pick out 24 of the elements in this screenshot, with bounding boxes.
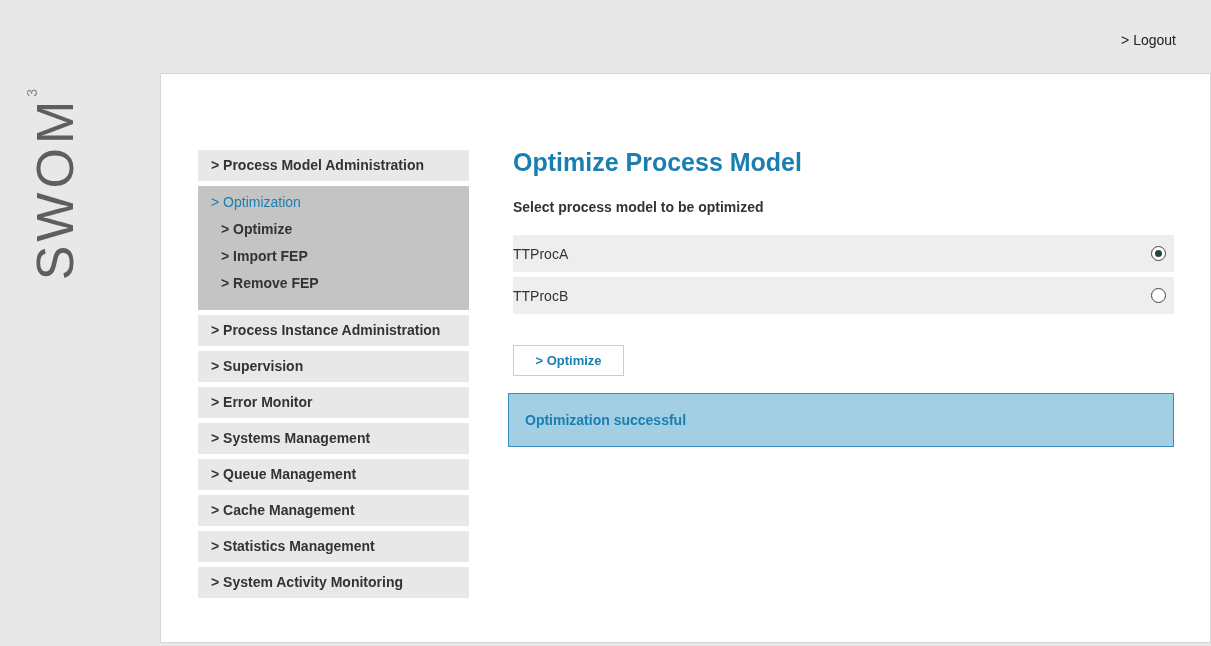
menu-item[interactable]: > Statistics Management [198, 531, 469, 562]
menu-item[interactable]: > System Activity Monitoring [198, 567, 469, 598]
menu-item[interactable]: > Queue Management [198, 459, 469, 490]
menu-item[interactable]: > Process Instance Administration [198, 315, 469, 346]
logout-link[interactable]: > Logout [1121, 32, 1176, 48]
model-row[interactable]: TTProcA [513, 235, 1174, 272]
model-name: TTProcB [513, 287, 569, 304]
model-name: TTProcA [513, 245, 569, 262]
page-title: Optimize Process Model [513, 148, 803, 177]
submenu-item[interactable]: > Import FEP [198, 246, 469, 273]
menu-item[interactable]: > Error Monitor [198, 387, 469, 418]
submenu-item[interactable]: > Optimize [198, 219, 469, 246]
menu-item[interactable]: > Cache Management [198, 495, 469, 526]
model-row[interactable]: TTProcB [513, 277, 1174, 314]
radio-button[interactable] [1151, 288, 1166, 303]
menu-item[interactable]: > Supervision [198, 351, 469, 382]
success-message: Optimization successful [508, 393, 1174, 447]
optimize-button[interactable]: > Optimize [513, 345, 624, 376]
radio-button[interactable] [1151, 246, 1166, 261]
logo: SWOM3 [23, 84, 85, 283]
submenu-item[interactable]: > Remove FEP [198, 273, 469, 300]
instruction-text: Select process model to be optimized [513, 199, 765, 215]
menu-item[interactable]: > Systems Management [198, 423, 469, 454]
menu-item[interactable]: > Process Model Administration [198, 150, 469, 181]
